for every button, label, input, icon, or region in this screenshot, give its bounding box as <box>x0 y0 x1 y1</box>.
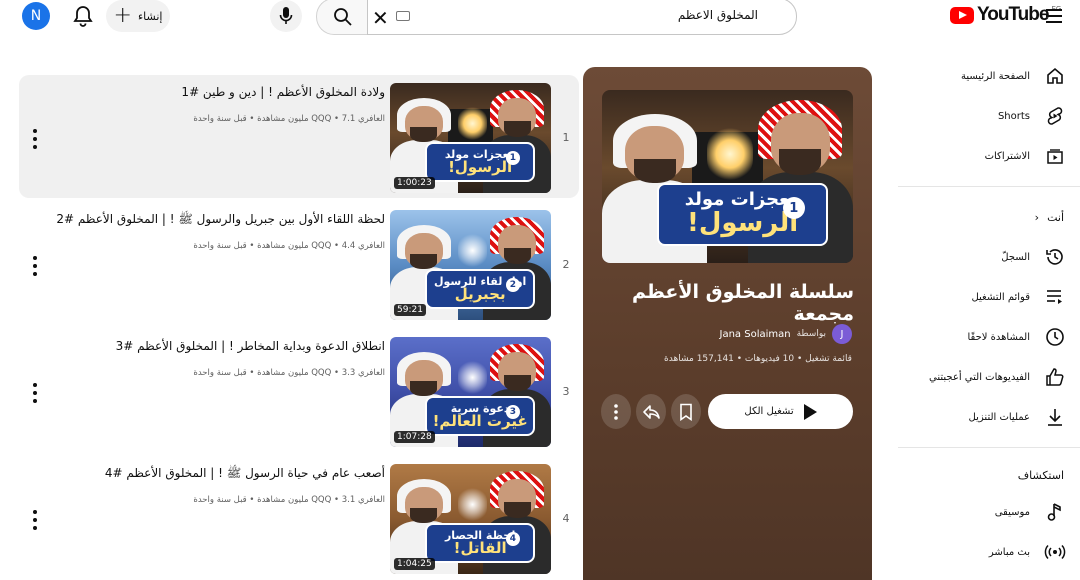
playlist-video-row[interactable]: لحظة الحصار القاتل! 4 1:04:25 4 أصعب عام… <box>19 456 579 579</box>
sidebar-you-header[interactable]: › أنت <box>898 197 1080 237</box>
hamburger-menu-icon[interactable] <box>1046 9 1062 27</box>
sidebar-explore-header: استكشاف <box>1017 468 1064 482</box>
video-thumbnail[interactable]: معجزات مولد الرسول! 1 1:00:23 <box>390 83 551 193</box>
episode-number: 4 <box>505 532 520 547</box>
play-all-label: تشغيل الكل <box>744 406 794 417</box>
search-button[interactable] <box>316 0 368 35</box>
video-index: 2 <box>562 258 570 271</box>
video-duration: 1:00:23 <box>394 177 435 189</box>
video-duration: 1:04:25 <box>394 558 435 570</box>
chevron-left-icon: › <box>1034 210 1040 224</box>
episode-number: 2 <box>505 278 520 293</box>
video-meta: العافري QQQ • 3.3 مليون مشاهدة • قبل سنة… <box>193 368 385 378</box>
video-more-options-icon[interactable] <box>27 383 43 403</box>
home-icon <box>1044 65 1066 87</box>
playlist-header-panel: معجزات مولد الرسول! 1 سلسلة المخلوق الأع… <box>583 67 872 580</box>
create-label: إنشاء <box>137 9 163 23</box>
notifications-bell-icon[interactable] <box>70 3 96 29</box>
sidebar-item-subscriptions[interactable]: الاشتراكات <box>898 136 1080 176</box>
search-icon <box>333 7 352 26</box>
video-thumbnail[interactable]: دعوة سرية غيرت العالم! 3 1:07:28 <box>390 337 551 447</box>
playlist-thumbnail[interactable]: معجزات مولد الرسول! 1 <box>602 90 853 263</box>
owner-name[interactable]: Jana Solaiman <box>720 329 791 340</box>
sidebar-item-playlists[interactable]: قوائم التشغيل <box>898 277 1080 317</box>
subscriptions-icon <box>1044 145 1066 167</box>
plus-icon: + <box>113 3 132 28</box>
guide-sidebar: الصفحة الرئيسية Shorts الاشتراكات › أنت … <box>898 56 1080 572</box>
video-title[interactable]: انطلاق الدعوة وبداية المخاطر ! | المخلوق… <box>35 339 385 353</box>
sidebar-item-history[interactable]: السجلّ <box>898 237 1080 277</box>
video-thumbnail[interactable]: اول لقاء للرسول بجبريل 2 59:21 <box>390 210 551 320</box>
video-more-options-icon[interactable] <box>27 510 43 530</box>
sidebar-item-shorts[interactable]: Shorts <box>898 96 1080 136</box>
keyboard-icon[interactable] <box>396 11 410 21</box>
sidebar-item-live[interactable]: بث مباشر <box>898 532 1080 572</box>
sidebar-item-watch-later[interactable]: المشاهدة لاحقًا <box>898 317 1080 357</box>
video-index: 3 <box>562 385 570 398</box>
episode-number: 1 <box>505 151 520 166</box>
sidebar-item-music[interactable]: موسيقى <box>898 492 1080 532</box>
video-duration: 59:21 <box>394 304 426 316</box>
clear-search-icon[interactable]: ✕ <box>372 6 389 30</box>
playlist-meta: قائمة تشغيل • 10 فيديوهات • 157,141 مشاه… <box>664 354 852 364</box>
video-index: 4 <box>562 512 570 525</box>
playlist-title: سلسلة المخلوق الأعظم مجمعة <box>631 281 854 325</box>
play-all-button[interactable]: تشغيل الكل <box>708 394 853 429</box>
play-icon <box>803 403 817 420</box>
live-icon <box>1044 541 1066 563</box>
by-label: بواسطة <box>796 329 826 339</box>
video-index: 1 <box>562 131 570 144</box>
voice-search-mic-icon[interactable] <box>270 0 302 32</box>
episode-number: 3 <box>505 405 520 420</box>
video-title[interactable]: ولادة المخلوق الأعظم ! | دين و طين #1 <box>35 85 385 99</box>
playlist-video-row[interactable]: اول لقاء للرسول بجبريل 2 59:21 2 لحظة ال… <box>19 202 579 325</box>
sidebar-item-liked[interactable]: الفيديوهات التي أعجبتني <box>898 357 1080 397</box>
create-button[interactable]: + إنشاء <box>106 0 170 32</box>
playlist-owner[interactable]: J بواسطة Jana Solaiman <box>720 324 852 344</box>
shorts-icon <box>1044 105 1066 127</box>
youtube-play-icon <box>950 6 974 24</box>
sidebar-item-home[interactable]: الصفحة الرئيسية <box>898 56 1080 96</box>
share-icon[interactable] <box>636 394 666 429</box>
youtube-logo[interactable]: YouTube EG <box>950 4 1061 26</box>
playlist-video-row[interactable]: معجزات مولد الرسول! 1 1:00:23 1 ولادة ال… <box>19 75 579 198</box>
episode-number: 1 <box>782 197 805 220</box>
owner-avatar[interactable]: J <box>832 324 852 344</box>
video-more-options-icon[interactable] <box>27 256 43 276</box>
account-avatar[interactable]: N <box>22 2 50 30</box>
more-options-icon[interactable] <box>601 394 631 429</box>
liked-icon <box>1044 366 1066 388</box>
video-title[interactable]: لحظة اللقاء الأول بين جبريل والرسول ﷺ ! … <box>35 212 385 229</box>
save-playlist-icon[interactable] <box>671 394 701 429</box>
search-input[interactable]: ✕ المخلوق الاعظم <box>367 0 797 35</box>
sidebar-item-downloads[interactable]: عمليات التنزيل <box>898 397 1080 437</box>
search-query-text: المخلوق الاعظم <box>677 8 758 22</box>
video-title[interactable]: أصعب عام في حياة الرسول ﷺ ! | المخلوق ال… <box>35 466 385 483</box>
video-meta: العافري QQQ • 7.1 مليون مشاهدة • قبل سنة… <box>193 114 385 124</box>
video-duration: 1:07:28 <box>394 431 435 443</box>
music-icon <box>1044 501 1066 523</box>
playlists-icon <box>1044 286 1066 308</box>
video-more-options-icon[interactable] <box>27 129 43 149</box>
history-icon <box>1044 246 1066 268</box>
watch-later-icon <box>1044 326 1066 348</box>
video-meta: العافري QQQ • 4.4 مليون مشاهدة • قبل سنة… <box>193 241 385 251</box>
logo-text: YouTube <box>977 4 1049 25</box>
download-icon <box>1044 406 1066 428</box>
video-meta: العافري QQQ • 3.1 مليون مشاهدة • قبل سنة… <box>193 495 385 505</box>
playlist-video-row[interactable]: دعوة سرية غيرت العالم! 3 1:07:28 3 انطلا… <box>19 329 579 452</box>
video-thumbnail[interactable]: لحظة الحصار القاتل! 4 1:04:25 <box>390 464 551 574</box>
